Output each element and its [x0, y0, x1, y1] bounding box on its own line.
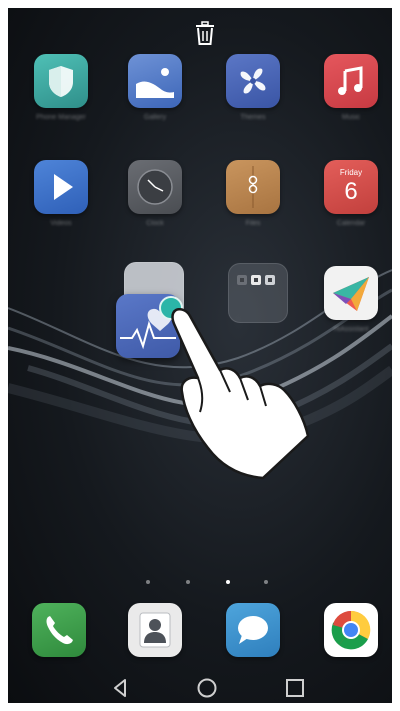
- app-themes[interactable]: Themes: [223, 54, 283, 121]
- app-label: Files: [245, 220, 261, 227]
- app-label: Music: [341, 114, 361, 121]
- app-files[interactable]: Files: [223, 160, 283, 227]
- app-label: Phone Manager: [36, 114, 86, 121]
- recents-icon[interactable]: [282, 675, 308, 701]
- app-label: Gallery: [143, 114, 167, 121]
- app-label: Themes: [240, 114, 266, 121]
- trash-icon[interactable]: [194, 20, 216, 46]
- app-label: Videos: [50, 220, 72, 227]
- app-label: Calendar: [336, 220, 366, 227]
- calendar-day-number: 6: [344, 178, 358, 205]
- dock-phone[interactable]: [32, 603, 86, 657]
- calendar-day-name: Friday: [339, 168, 363, 177]
- app-hiassistant[interactable]: HiAssistant: [321, 266, 381, 333]
- home-icon[interactable]: [194, 675, 220, 701]
- app-videos[interactable]: Videos: [31, 160, 91, 227]
- page-dot[interactable]: [186, 580, 190, 584]
- app-phone-manager[interactable]: Phone Manager: [31, 54, 91, 121]
- dock-messages[interactable]: [226, 603, 280, 657]
- dock-chrome[interactable]: [324, 603, 378, 657]
- contact-icon: [139, 612, 171, 648]
- chrome-icon: [331, 610, 371, 650]
- hand-pointer-icon: [171, 308, 310, 480]
- home-screen: Phone Manager Gallery Themes Music Video…: [8, 8, 392, 703]
- landscape-icon: [128, 54, 182, 108]
- page-dot-active[interactable]: [226, 580, 230, 584]
- calendar-icon: Friday 6: [324, 160, 378, 214]
- dock-contacts[interactable]: [128, 603, 182, 657]
- music-note-icon: [324, 54, 378, 108]
- back-icon[interactable]: [108, 675, 134, 701]
- app-clock[interactable]: Clock: [125, 160, 185, 227]
- play-icon: [34, 160, 88, 214]
- app-label: Clock: [146, 220, 164, 227]
- shield-icon: [34, 54, 88, 108]
- navigation-bar: [8, 673, 392, 703]
- phone-icon: [46, 616, 73, 645]
- chat-bubble-icon: [238, 616, 268, 644]
- page-indicator: [8, 580, 392, 590]
- app-gallery[interactable]: Gallery: [125, 54, 185, 121]
- pinwheel-icon: [226, 54, 280, 108]
- page-dot[interactable]: [146, 580, 150, 584]
- page-dot[interactable]: [264, 580, 268, 584]
- app-music[interactable]: Music: [321, 54, 381, 121]
- app-calendar[interactable]: Friday 6 Calendar: [321, 160, 381, 227]
- folder-icon: [226, 160, 280, 214]
- clock-icon: [128, 160, 182, 214]
- app-label: HiAssistant: [333, 326, 369, 333]
- paper-plane-icon: [324, 266, 378, 320]
